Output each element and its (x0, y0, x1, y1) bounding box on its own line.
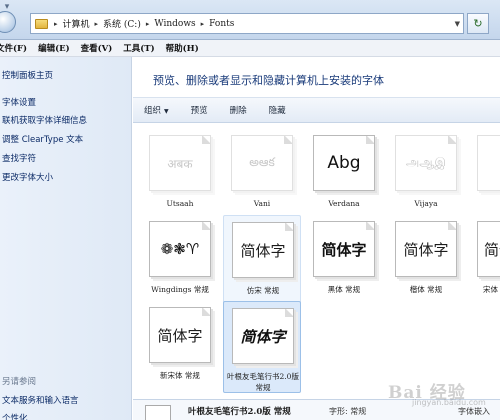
font-tile[interactable]: 简体字 楷体 常规 (387, 215, 465, 307)
font-tile[interactable]: 简体字 仿宋 常规 (223, 215, 301, 307)
baidu-watermark-url: jingyan.baidu.com (412, 398, 486, 407)
font-tile-selected[interactable]: 简体字 叶根友毛笔行书2.0版 常规 (223, 301, 301, 393)
font-tile[interactable]: 简体字 新宋体 常规 (141, 301, 219, 393)
font-sample: 简体字 (321, 240, 367, 259)
menu-edit[interactable]: 编辑(E) (38, 42, 70, 54)
menu-tools[interactable]: 工具(T) (123, 42, 154, 54)
menu-help[interactable]: 帮助(H) (166, 42, 199, 54)
font-preview: Abg (313, 135, 375, 191)
font-name: Verdana (328, 199, 360, 208)
font-sample: 简体字 (240, 327, 286, 346)
font-sample: 简体字 (403, 240, 449, 259)
font-preview: ❁❃♈ (149, 221, 211, 277)
organize-button[interactable]: 组织 ▼ (144, 104, 169, 116)
font-sample: அஆஇ (405, 155, 447, 169)
refresh-icon[interactable]: ↻ (467, 13, 489, 34)
selected-font-style: 字形: 常规 (329, 407, 367, 416)
font-name: 黑体 常规 (327, 285, 361, 294)
address-path-box[interactable]: ▸ 计算机 ▸ 系统 (C:) ▸ Windows ▸ Fonts ▼ (30, 13, 464, 34)
font-preview: 简体字 (395, 221, 457, 277)
sidebar-link-font-settings[interactable]: 字体设置 (2, 96, 36, 108)
breadcrumb-separator[interactable]: ▸ (54, 20, 58, 28)
font-preview: अबक (149, 135, 211, 191)
font-preview: 简体字 (149, 307, 211, 363)
menu-view[interactable]: 查看(V) (81, 42, 113, 54)
sidebar-link-cleartype[interactable]: 调整 ClearType 文本 (2, 133, 83, 145)
font-sample: అఆక (249, 154, 275, 169)
font-preview (477, 135, 500, 191)
sidebar-link-change-font-size[interactable]: 更改字体大小 (2, 171, 53, 183)
folder-icon (35, 18, 48, 29)
font-name: 楷体 常规 (409, 285, 443, 294)
breadcrumb-separator[interactable]: ▸ (201, 20, 205, 28)
back-button[interactable] (0, 11, 16, 33)
font-preview: அஆஇ (395, 135, 457, 191)
see-also-heading: 另请参阅 (2, 377, 37, 387)
font-name: 宋体 (483, 285, 498, 294)
selected-font-name: 叶根友毛笔行书2.0版 常规 (188, 407, 291, 417)
hide-button[interactable]: 隐藏 (269, 104, 286, 116)
font-name: Vijaya (414, 199, 438, 208)
font-tile[interactable]: Abg Verdana (305, 129, 383, 221)
font-preview: 简体字 (232, 222, 294, 278)
fonts-content-pane: 预览、删除或者显示和隐藏计算机上安装的字体 组织 ▼ 预览 删除 隐藏 अबक U… (133, 57, 500, 420)
menu-file[interactable]: 文件(F) (0, 42, 27, 54)
address-bar: ▾ ▸ 计算机 ▸ 系统 (C:) ▸ Windows ▸ Fonts ▼ ↻ (0, 0, 500, 40)
font-sample: ❁❃♈ (160, 240, 200, 258)
command-bar: 组织 ▼ 预览 删除 隐藏 (133, 97, 500, 123)
sidebar-link-text-services[interactable]: 文本服务和输入语言 (2, 394, 79, 406)
breadcrumb-separator[interactable]: ▸ (146, 20, 150, 28)
font-tile-partial[interactable]: 简体 宋体 (469, 215, 500, 307)
chevron-down-icon: ▼ (164, 108, 169, 115)
sidebar-link-find-character[interactable]: 查找字符 (2, 152, 36, 164)
font-tile[interactable]: 简体字 黑体 常规 (305, 215, 383, 307)
font-preview: 简体字 (313, 221, 375, 277)
preview-button[interactable]: 预览 (191, 104, 208, 116)
organize-label: 组织 (144, 106, 162, 116)
breadcrumb-windows[interactable]: Windows (154, 19, 195, 29)
address-dropdown-icon[interactable]: ▼ (455, 20, 460, 28)
font-sample: Abg (327, 153, 361, 173)
breadcrumb-system-drive[interactable]: 系统 (C:) (103, 17, 141, 30)
font-preview: 简体字 (232, 308, 294, 364)
font-tile[interactable]: अबक Utsaah (141, 129, 219, 221)
font-name: Utsaah (166, 199, 194, 208)
font-tile[interactable]: ❁❃♈ Wingdings 常规 (141, 215, 219, 307)
font-sample: 简体字 (157, 326, 203, 345)
font-preview: అఆక (231, 135, 293, 191)
page-title: 预览、删除或者显示和隐藏计算机上安装的字体 (153, 74, 384, 87)
font-name: 叶根友毛笔行书2.0版 常规 (227, 372, 299, 392)
delete-button[interactable]: 删除 (230, 104, 247, 116)
font-name: 仿宋 常规 (246, 286, 280, 295)
task-pane: 控制面板主页 字体设置 联机获取字体详细信息 调整 ClearType 文本 查… (0, 57, 132, 420)
menu-bar: 文件(F) 编辑(E) 查看(V) 工具(T) 帮助(H) (0, 40, 500, 57)
breadcrumb-separator[interactable]: ▸ (95, 20, 99, 28)
font-tile-partial[interactable] (469, 129, 500, 221)
sidebar-link-online-font-info[interactable]: 联机获取字体详细信息 (2, 114, 87, 126)
font-tile[interactable]: అఆక Vani (223, 129, 301, 221)
font-name: 新宋体 常规 (160, 371, 200, 380)
font-tile[interactable]: அஆஇ Vijaya (387, 129, 465, 221)
font-sample: 简体 (484, 240, 500, 259)
font-preview: 简体 (477, 221, 500, 277)
selected-font-embedding: 字体嵌入 (458, 407, 490, 416)
breadcrumb-fonts[interactable]: Fonts (209, 19, 234, 29)
sidebar-link-personalization[interactable]: 个性化 (2, 412, 28, 420)
breadcrumb-computer[interactable]: 计算机 (63, 17, 90, 30)
font-sample: अबक (167, 156, 193, 171)
font-sample: 简体字 (240, 241, 286, 260)
selected-font-thumbnail (145, 405, 171, 420)
font-name: Wingdings 常规 (151, 285, 209, 294)
font-name: Vani (253, 199, 271, 208)
sidebar-link-control-panel-home[interactable]: 控制面板主页 (2, 69, 53, 81)
